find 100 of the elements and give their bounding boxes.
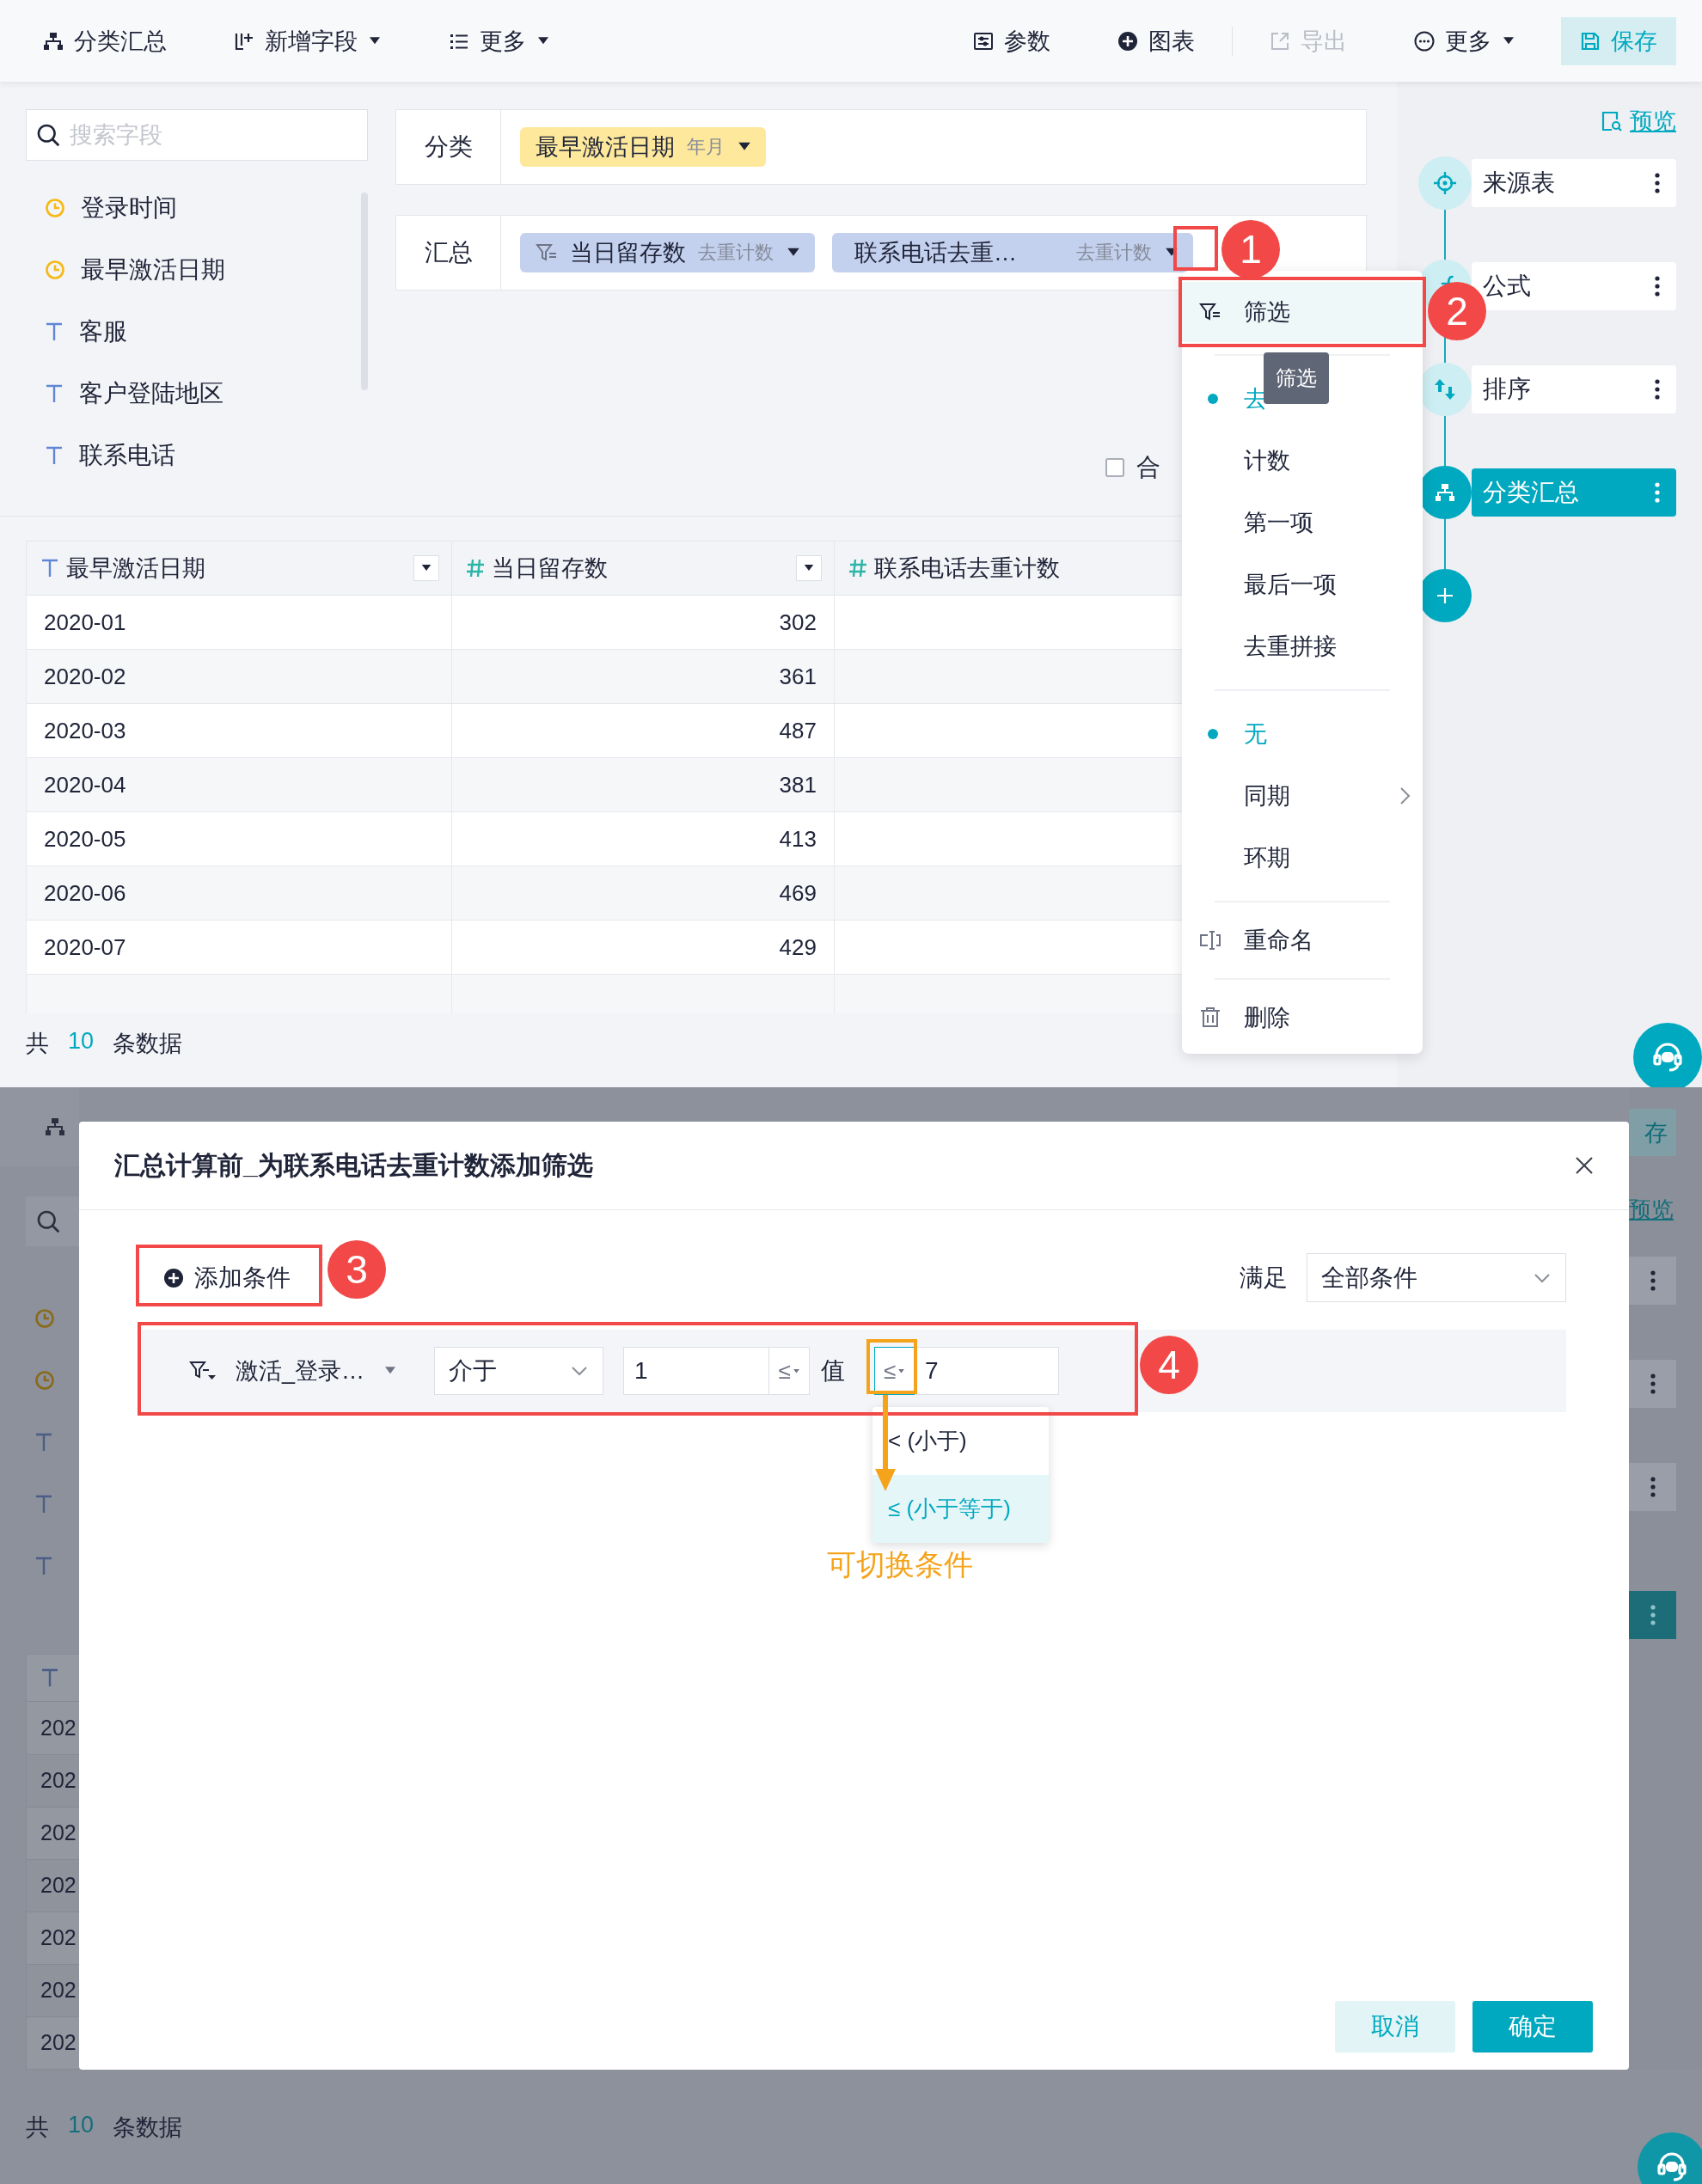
plus-circle-icon [163,1267,184,1288]
filter-icon [536,242,558,263]
parameters-button[interactable]: 参数 [973,25,1050,57]
pipeline-step[interactable]: 排序 [1472,365,1676,413]
operator-toggle[interactable]: ≤ [769,1347,811,1395]
more-button[interactable]: 更多 [1414,25,1515,57]
text-type-icon [45,321,64,342]
crosshair-icon [1433,171,1457,195]
more-icon [1654,275,1661,297]
text-type-icon [45,445,64,466]
search-icon [36,1209,60,1234]
table-cell: 2020-04 [26,757,452,812]
export-icon [1270,30,1290,52]
menu-item[interactable]: 计数 [1182,430,1423,492]
operator-select[interactable]: 介于 [434,1347,604,1395]
headset-icon [1650,1040,1685,1074]
menu-item[interactable]: 环期 [1182,827,1423,889]
column-title: 最早激活日期 [66,554,205,583]
table-cell: 381 [451,757,835,812]
field-item[interactable]: 客服 [26,301,361,363]
pipeline-step[interactable] [1629,1360,1676,1408]
text-type-icon [34,1432,53,1453]
menu-item[interactable]: 筛选 [1182,282,1423,342]
more-icon [1649,1604,1656,1626]
preview-icon [1601,110,1623,132]
number-type-icon [848,558,867,578]
field-item[interactable]: 联系电话 [26,425,361,486]
column-menu-button[interactable] [413,555,439,581]
table-cell: 361 [451,649,835,704]
pipeline-step[interactable] [1629,1463,1676,1511]
search-field[interactable]: 搜索字段 [26,109,368,161]
menu-item[interactable]: 去重拼接 [1182,615,1423,677]
group-summary-button[interactable]: 分类汇总 [43,25,167,57]
menu-item[interactable]: < (小于) [872,1407,1049,1475]
table-cell: 2020-07 [26,920,452,975]
table-cell: 487 [451,703,835,758]
column-menu-button[interactable] [796,555,822,581]
chat-button[interactable] [1638,2132,1702,2184]
add-field-button[interactable]: 新增字段 [234,25,382,57]
more-button[interactable]: 更多 [449,25,550,57]
number-type-icon [466,558,485,578]
footer-text: 共 [26,1030,49,1058]
pipeline-step[interactable] [1629,1257,1676,1305]
table-cell: 2020-01 [26,595,452,650]
number-field[interactable]: 7 [915,1347,1060,1395]
menu-item[interactable]: 删除 [1182,992,1423,1043]
field-select[interactable]: 激活_登录… [189,1355,398,1386]
hint-text: 可切换条件 [827,1547,973,1582]
number-field[interactable]: 1 [623,1347,770,1395]
more-icon [1649,1476,1656,1498]
menu-item[interactable]: 重命名 [1182,915,1423,966]
column-title: 当日留存数 [492,554,608,583]
chart-button[interactable]: 图表 [1117,25,1195,57]
more-icon [1654,172,1661,194]
parameters-icon [973,30,994,52]
table-cell: 202 [26,1964,79,2017]
headset-icon [1655,2150,1689,2184]
rename-icon [1199,929,1221,951]
clock-icon [34,1308,55,1330]
section-label: 汇总 [396,216,501,290]
caret-icon [792,1367,800,1375]
field-item[interactable]: 最早激活日期 [26,239,361,301]
table-cell: 202 [26,1754,79,1808]
field-chip[interactable]: 联系电话去重… 去重计数 [832,233,1193,272]
pipeline-step[interactable]: 来源表 [1472,159,1676,207]
pipeline-step[interactable]: 公式 [1472,262,1676,310]
table-cell: 429 [451,920,835,975]
chevron-right-icon [1399,786,1411,806]
pipeline-step[interactable] [1629,1591,1676,1639]
menu-item[interactable]: 第一项 [1182,492,1423,554]
text-type-icon [34,1556,53,1577]
plus-circle-icon [1117,30,1138,52]
caret-icon [897,1367,906,1375]
table-cell: 2020-06 [26,866,452,921]
field-item[interactable]: 客户登陆地区 [26,363,361,425]
clock-icon [45,198,65,218]
table-cell: 302 [451,595,835,650]
table-cell: 2020-03 [26,703,452,758]
checkbox[interactable] [1105,458,1124,477]
highlight-frame [1173,226,1218,271]
plus-icon [1436,586,1454,605]
text-type-icon [45,383,64,404]
sort-icon [1433,377,1457,401]
close-button[interactable] [1574,1155,1595,1176]
selected-dot [1208,729,1218,739]
field-item[interactable]: 登录时间 [26,177,361,239]
table-cell: 2020-02 [26,649,452,704]
row-count: 10 [68,1028,95,1055]
menu-item[interactable]: 同期 [1182,765,1423,827]
table-cell: 469 [451,866,835,921]
field-chip[interactable]: 当日留存数 去重计数 [520,233,815,272]
table-cell: 202 [26,1912,79,1965]
footer-text: 条数据 [113,1030,183,1058]
more-icon [1649,1373,1656,1395]
match-select[interactable]: 全部条件 [1307,1253,1566,1302]
add-condition-button[interactable]: 添加条件 [142,1261,291,1294]
filter-icon [1199,302,1221,322]
field-chip[interactable]: 最早激活日期 年月 [520,127,766,167]
checkbox-label: 合 [1136,453,1160,482]
menu-item[interactable]: 最后一项 [1182,554,1423,615]
